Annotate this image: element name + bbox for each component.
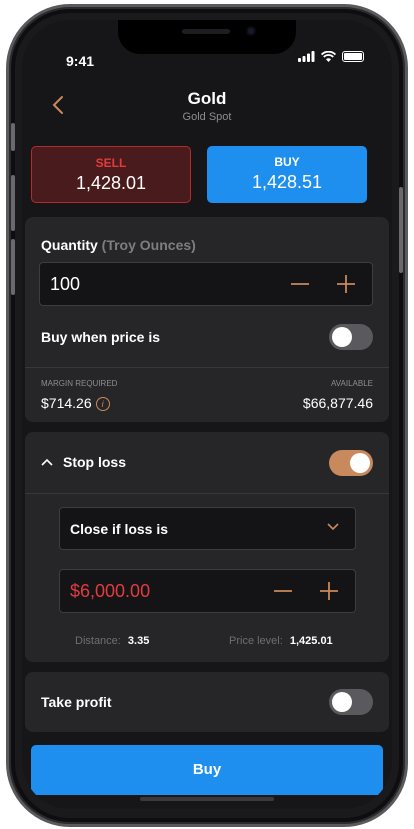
page-title: Gold — [187, 89, 227, 108]
page-subtitle: Gold Spot — [182, 111, 232, 123]
status-time: 9:41 — [66, 53, 95, 69]
signal-icon — [298, 51, 315, 62]
home-indicator — [140, 797, 274, 801]
sell-label: SELL — [95, 156, 127, 170]
buy-side-button[interactable]: BUY 1,428.51 — [207, 146, 367, 203]
price-level-value: 1,425.01 — [289, 635, 333, 647]
volume-up-button — [11, 175, 15, 231]
margin-value-row: $714.26 i — [41, 395, 110, 411]
camera-icon — [246, 26, 256, 36]
chevron-down-icon — [327, 520, 339, 534]
distance-info: Distance: 3.35 — [75, 635, 149, 647]
stop-loss-header[interactable]: Stop loss — [41, 454, 126, 470]
stop-loss-amount-input[interactable]: $6,000.00 — [59, 569, 356, 613]
power-button — [399, 187, 403, 273]
stop-loss-card: Stop loss Close if loss is $6,000.00 Dis… — [25, 432, 389, 662]
buy-submit-button[interactable]: Buy — [31, 745, 383, 795]
sell-button[interactable]: SELL 1,428.01 — [31, 146, 191, 203]
distance-value: 3.35 — [127, 635, 150, 647]
stop-loss-amount: $6,000.00 — [70, 581, 151, 601]
take-profit-card: Take profit — [25, 672, 389, 732]
buy-label: BUY — [274, 155, 300, 169]
sell-price: 1,428.01 — [75, 173, 147, 193]
mute-switch — [11, 123, 15, 151]
available-value: $66,877.46 — [302, 395, 373, 411]
quantity-label: Quantity (Troy Ounces) — [41, 237, 196, 253]
quantity-unit: (Troy Ounces) — [101, 237, 196, 253]
stop-loss-toggle[interactable] — [329, 450, 373, 476]
take-profit-toggle[interactable] — [329, 689, 373, 715]
distance-label: Distance: — [75, 635, 121, 647]
toggle-knob — [332, 692, 352, 712]
speaker-grill — [182, 29, 230, 34]
wifi-icon — [321, 51, 336, 62]
price-level-label: Price level: — [229, 635, 283, 647]
margin-caption: MARGIN REQUIRED — [41, 379, 118, 388]
buy-when-toggle[interactable] — [329, 324, 373, 350]
buy-when-label: Buy when price is — [41, 329, 161, 345]
minus-icon — [274, 590, 292, 592]
plus-icon — [320, 582, 338, 600]
price-level-info: Price level: 1,425.01 — [229, 635, 333, 647]
plus-icon — [337, 275, 355, 293]
quantity-label-text: Quantity — [41, 237, 98, 253]
card-divider — [25, 367, 389, 368]
stop-loss-mode-select[interactable]: Close if loss is — [59, 507, 356, 550]
decrement-stop-loss-button[interactable] — [273, 576, 293, 611]
decrement-quantity-button[interactable] — [290, 269, 310, 304]
order-card: Quantity (Troy Ounces) 100 Buy when pric… — [25, 217, 389, 422]
status-icons — [298, 51, 364, 62]
stop-loss-mode-value: Close if loss is — [70, 521, 169, 537]
volume-down-button — [11, 239, 15, 295]
battery-icon — [342, 51, 364, 62]
take-profit-label: Take profit — [41, 694, 112, 710]
stop-loss-label: Stop loss — [63, 454, 127, 470]
buy-price: 1,428.51 — [251, 172, 323, 192]
toggle-knob — [332, 327, 352, 347]
margin-value: $714.26 — [41, 395, 92, 411]
app-screen: 9:41 Gold Gold Spot SELL 1,428.01 BUY 1,… — [22, 20, 392, 809]
quantity-input[interactable]: 100 — [39, 262, 373, 306]
quantity-value: 100 — [50, 274, 81, 294]
available-caption: AVAILABLE — [331, 379, 373, 388]
toggle-knob — [350, 453, 370, 473]
card-divider — [25, 493, 389, 494]
minus-icon — [291, 283, 309, 285]
chevron-up-icon — [41, 458, 53, 466]
increment-quantity-button[interactable] — [336, 269, 356, 304]
info-icon[interactable]: i — [95, 397, 110, 411]
increment-stop-loss-button[interactable] — [319, 576, 339, 611]
notch — [118, 20, 296, 54]
